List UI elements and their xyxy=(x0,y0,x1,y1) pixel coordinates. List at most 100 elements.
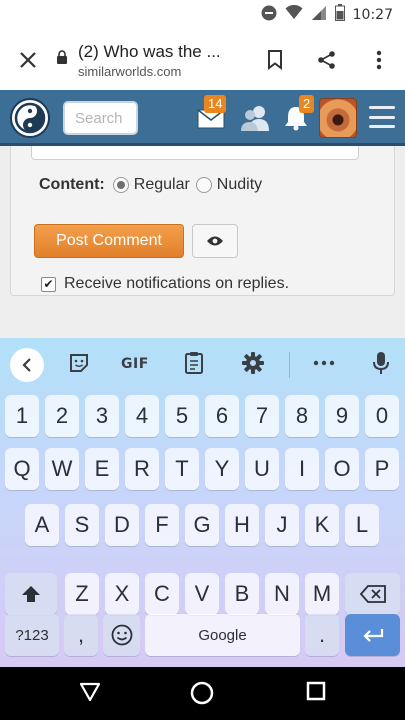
space-key[interactable]: Google xyxy=(145,614,300,656)
letter-key-n[interactable]: N xyxy=(265,573,299,615)
nav-home-button[interactable] xyxy=(190,681,214,705)
letter-key-m[interactable]: M xyxy=(305,573,339,615)
number-key-5[interactable]: 5 xyxy=(165,395,199,437)
nav-recents-button[interactable] xyxy=(306,681,326,701)
letter-key-q[interactable]: Q xyxy=(5,448,39,490)
more-vert-icon xyxy=(376,50,382,70)
bookmark-icon xyxy=(268,50,282,70)
browser-toolbar: (2) Who was the ... similarworlds.com xyxy=(0,30,405,90)
emoji-icon xyxy=(111,624,132,646)
letter-key-c[interactable]: C xyxy=(145,573,179,615)
site-logo[interactable] xyxy=(10,98,50,138)
letter-key-j[interactable]: J xyxy=(265,504,299,546)
letter-key-t[interactable]: T xyxy=(165,448,199,490)
number-key-3[interactable]: 3 xyxy=(85,395,119,437)
site-header: Search 14 2 xyxy=(0,90,405,146)
more-horiz-icon xyxy=(313,360,335,366)
number-key-9[interactable]: 9 xyxy=(325,395,359,437)
letter-key-s[interactable]: S xyxy=(65,504,99,546)
number-key-6[interactable]: 6 xyxy=(205,395,239,437)
wifi-icon xyxy=(285,4,303,25)
comma-key[interactable]: , xyxy=(64,614,98,656)
lock-icon xyxy=(56,50,70,70)
gear-icon xyxy=(242,352,264,374)
chevron-left-icon xyxy=(22,358,31,372)
bookmark-button[interactable] xyxy=(249,50,301,70)
letter-key-x[interactable]: X xyxy=(105,573,139,615)
share-button[interactable] xyxy=(301,50,353,70)
notifications-badge: 2 xyxy=(299,95,315,113)
letter-key-v[interactable]: V xyxy=(185,573,219,615)
hamburger-menu-icon[interactable] xyxy=(369,106,395,128)
letter-key-w[interactable]: W xyxy=(45,448,79,490)
letter-key-a[interactable]: A xyxy=(25,504,59,546)
content-rating-row: Content: Regular Nudity xyxy=(39,176,268,194)
emoji-key[interactable] xyxy=(103,614,140,656)
letter-key-y[interactable]: Y xyxy=(205,448,239,490)
more-tools-button[interactable] xyxy=(313,360,335,366)
share-icon xyxy=(318,51,335,69)
letter-key-f[interactable]: F xyxy=(145,504,179,546)
users-icon xyxy=(241,106,269,131)
close-tab-button[interactable] xyxy=(0,51,56,69)
radio-regular-label[interactable]: Regular xyxy=(134,176,190,194)
messages-badge: 14 xyxy=(204,95,227,113)
letter-key-r[interactable]: R xyxy=(125,448,159,490)
voice-input-button[interactable] xyxy=(373,351,389,375)
comment-form-card: Content: Regular Nudity Post Comment ✔ R… xyxy=(10,146,395,296)
eye-icon xyxy=(207,236,223,246)
number-key-1[interactable]: 1 xyxy=(5,395,39,437)
home-circle-icon xyxy=(190,681,214,705)
search-input[interactable]: Search xyxy=(63,101,138,135)
comment-textarea[interactable] xyxy=(31,146,359,160)
address-area[interactable]: (2) Who was the ... similarworlds.com xyxy=(78,42,249,79)
notify-checkbox[interactable]: ✔ xyxy=(41,276,56,292)
letter-key-k[interactable]: K xyxy=(305,504,339,546)
letter-key-i[interactable]: I xyxy=(285,448,319,490)
signal-icon xyxy=(311,5,327,26)
page-title: (2) Who was the ... xyxy=(78,41,221,61)
battery-icon xyxy=(334,4,345,26)
letter-key-z[interactable]: Z xyxy=(65,573,99,615)
preview-button[interactable] xyxy=(192,224,238,258)
number-key-0[interactable]: 0 xyxy=(365,395,399,437)
gif-button[interactable]: GIF xyxy=(121,356,149,372)
radio-nudity-label[interactable]: Nudity xyxy=(217,176,262,194)
do-not-disturb-icon xyxy=(261,5,277,26)
letter-key-d[interactable]: D xyxy=(105,504,139,546)
nav-back-button[interactable] xyxy=(79,681,101,703)
letter-key-o[interactable]: O xyxy=(325,448,359,490)
yin-yang-logo-icon xyxy=(14,102,46,134)
period-key[interactable]: . xyxy=(305,614,339,656)
settings-button[interactable] xyxy=(241,351,265,375)
backspace-key[interactable] xyxy=(345,573,400,615)
letter-key-u[interactable]: U xyxy=(245,448,279,490)
more-options-button[interactable] xyxy=(353,50,405,70)
keyboard-back-button[interactable] xyxy=(10,348,44,382)
post-comment-button[interactable]: Post Comment xyxy=(34,224,184,258)
notify-label[interactable]: Receive notifications on replies. xyxy=(64,275,289,293)
number-key-4[interactable]: 4 xyxy=(125,395,159,437)
letter-key-e[interactable]: E xyxy=(85,448,119,490)
comment-area: Content: Regular Nudity Post Comment ✔ R… xyxy=(0,146,405,338)
number-key-8[interactable]: 8 xyxy=(285,395,319,437)
letter-key-h[interactable]: H xyxy=(225,504,259,546)
radio-nudity[interactable] xyxy=(195,177,212,193)
sticker-button[interactable] xyxy=(68,352,90,374)
clipboard-button[interactable] xyxy=(184,351,204,375)
radio-regular[interactable] xyxy=(112,177,129,193)
user-avatar[interactable] xyxy=(319,98,357,138)
letter-key-l[interactable]: L xyxy=(345,504,379,546)
letter-key-b[interactable]: B xyxy=(225,573,259,615)
triangle-back-icon xyxy=(79,682,101,702)
friends-button[interactable] xyxy=(240,104,270,137)
letter-key-g[interactable]: G xyxy=(185,504,219,546)
number-key-2[interactable]: 2 xyxy=(45,395,79,437)
number-key-7[interactable]: 7 xyxy=(245,395,279,437)
shift-arrow-icon xyxy=(22,586,40,602)
status-time: 10:27 xyxy=(352,7,393,23)
symbols-key[interactable]: ?123 xyxy=(5,614,59,656)
letter-key-p[interactable]: P xyxy=(365,448,399,490)
enter-key[interactable] xyxy=(345,614,400,656)
shift-key[interactable] xyxy=(5,573,57,615)
